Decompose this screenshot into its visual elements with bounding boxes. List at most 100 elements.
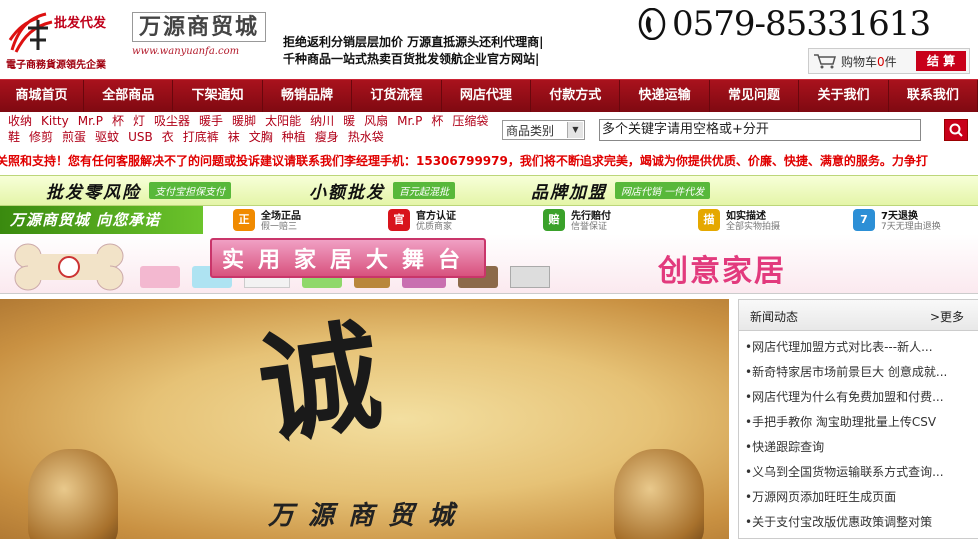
news-header: 新闻动态 >更多: [739, 300, 978, 331]
category-link[interactable]: 太阳能: [265, 114, 301, 128]
nav-all-products[interactable]: 全部商品: [84, 80, 174, 112]
category-link[interactable]: 收纳: [8, 114, 32, 128]
category-link[interactable]: 袜: [228, 130, 240, 144]
category-link[interactable]: Kitty: [41, 114, 69, 128]
guarantee-desc: 优质商家: [416, 222, 453, 232]
nav-contact[interactable]: 联系我们: [889, 80, 978, 112]
news-item[interactable]: •快递跟踪查询: [739, 435, 978, 460]
nav-agent[interactable]: 网店代理: [442, 80, 532, 112]
search-button[interactable]: [944, 119, 968, 141]
nav-shipping[interactable]: 快递运输: [620, 80, 710, 112]
logo[interactable]: 批发代发 電子商務貨源領先企業: [6, 6, 136, 71]
wholesale-banner[interactable]: 批发零风险 支付宝担保支付 小额批发 百元起混批 品牌加盟 网店代销 一件代发: [0, 175, 978, 206]
category-link[interactable]: 驱蚊: [95, 130, 119, 144]
banner1-title-3: 品牌加盟: [531, 183, 607, 203]
category-select[interactable]: 商品类别 ▼: [502, 120, 585, 140]
nav-about[interactable]: 关于我们: [799, 80, 889, 112]
category-row-1: 收纳 Kitty Mr.P 杯灯吸尘器 暖手 暖脚 太阳能 纳川暖风扇 Mr.P 杯压缩袋: [0, 113, 505, 129]
guarantee-list: 正全场正品 假一赔三 官官方认证 优质商家 赔先行赔付 信誉保证 描如实描述 全部实物拍摄 7 7…: [203, 207, 978, 233]
news-item[interactable]: •关于支付宝改版优惠政策调整对策: [739, 510, 978, 535]
search-input[interactable]: 多个关键字请用空格或+分开: [599, 119, 921, 141]
category-link[interactable]: 压缩袋: [452, 114, 488, 128]
brand-name: 万源商贸城: [132, 12, 267, 42]
nav-best-brands[interactable]: 畅销品牌: [263, 80, 353, 112]
nav-home[interactable]: 商城首页: [0, 80, 84, 112]
lion-statue-left: [28, 449, 118, 539]
guarantee-desc: 假一赔三: [261, 222, 298, 232]
news-item[interactable]: •网店代理加盟方式对比表---新人...: [739, 335, 978, 360]
category-link[interactable]: 暖手: [199, 114, 223, 128]
search-icon: [949, 123, 963, 137]
news-list: •网店代理加盟方式对比表---新人... •新奇特家居市场前景巨大 创意成就..…: [739, 331, 978, 535]
guarantee-desc: 7天无理由退换: [881, 222, 941, 232]
nav-faq[interactable]: 常见问题: [710, 80, 800, 112]
category-link[interactable]: 文胸: [249, 130, 273, 144]
guarantee-item: 正全场正品 假一赔三: [233, 207, 358, 233]
banner3-title: 实用家居大舞台: [210, 238, 487, 278]
news-item[interactable]: •万源网页添加旺旺生成页面: [739, 485, 978, 510]
guarantee-title: 官方认证: [416, 211, 456, 222]
category-link[interactable]: 煎蛋: [62, 130, 86, 144]
guarantee-item: 描如实描述 全部实物拍摄: [698, 207, 823, 233]
cart-icon: [814, 54, 836, 69]
guarantee-title: 7天退换: [881, 211, 918, 222]
category-link[interactable]: 打底裤: [183, 130, 219, 144]
banner1-sub-2: 百元起混批: [393, 182, 455, 199]
category-link[interactable]: Mr.P: [397, 114, 422, 128]
notice-marquee: 关照和支持！您有任何客服解决不了的问题或投诉建议请联系我们李经理手机：15306…: [0, 154, 928, 168]
promise-banner: 万源商贸城 向您承诺 正全场正品 假一赔三 官官方认证 优质商家 赔先行赔付 信誉保证 描如…: [0, 206, 978, 234]
category-link[interactable]: 衣: [162, 130, 174, 144]
news-panel: 新闻动态 >更多 •网店代理加盟方式对比表---新人... •新奇特家居市场前景…: [738, 299, 978, 539]
news-item[interactable]: •手把手教你 淘宝助理批量上传CSV: [739, 410, 978, 435]
brand-url: www.wanyuanfa.com: [132, 46, 240, 57]
guarantee-icon: 描: [698, 209, 720, 231]
nav-payment[interactable]: 付款方式: [531, 80, 621, 112]
phone-icon: [638, 8, 666, 40]
news-item[interactable]: •网店代理为什么有免费加盟和付费...: [739, 385, 978, 410]
category-link[interactable]: 灯: [133, 114, 145, 128]
guarantee-item: 赔先行赔付 信誉保证: [543, 207, 668, 233]
guarantee-title: 如实描述: [726, 211, 766, 222]
category-link[interactable]: 热水袋: [348, 130, 384, 144]
category-link[interactable]: 暖脚: [232, 114, 256, 128]
news-item[interactable]: •义乌到全国货物运输联系方式查询...: [739, 460, 978, 485]
banner1-title-2: 小额批发: [309, 183, 385, 203]
guarantee-title: 先行赔付: [571, 211, 611, 222]
cart[interactable]: 购物车0件 结 算: [808, 48, 970, 74]
main-nav: 商城首页 全部商品 下架通知 畅销品牌 订货流程 网店代理 付款方式 快递运输 …: [0, 79, 978, 112]
category-link[interactable]: USB: [128, 130, 153, 144]
intro-line-2: 千种商品一站式热卖百货批发领航企业官方网站|: [283, 52, 540, 66]
category-link[interactable]: 种植: [282, 130, 306, 144]
category-link[interactable]: Mr.P: [78, 114, 103, 128]
news-title: 新闻动态: [750, 310, 799, 324]
category-link[interactable]: 杯: [431, 114, 443, 128]
guarantee-icon: 正: [233, 209, 255, 231]
guarantee-icon: 官: [388, 209, 410, 231]
category-link[interactable]: 纳川: [310, 114, 334, 128]
category-link[interactable]: 吸尘器: [154, 114, 190, 128]
category-link[interactable]: 暖: [343, 114, 355, 128]
category-row-2: 鞋修剪 煎蛋 驱蚊 USB 衣打底裤袜文胸 种植 瘦身 热水袋: [0, 129, 505, 145]
hot-categories: 收纳 Kitty Mr.P 杯灯吸尘器 暖手 暖脚 太阳能 纳川暖风扇 Mr.P 杯压缩袋 鞋修剪…: [0, 113, 505, 147]
category-link[interactable]: 风扇: [364, 114, 388, 128]
home-goods-banner[interactable]: 实用家居大舞台 创意家居: [0, 234, 978, 294]
cart-count: 0: [877, 54, 885, 69]
chevron-down-icon[interactable]: ▼: [567, 122, 583, 138]
guarantee-icon: 7: [853, 209, 875, 231]
nav-order-process[interactable]: 订货流程: [352, 80, 442, 112]
hero-banner[interactable]: 诚 万源商贸城: [0, 299, 729, 539]
category-link[interactable]: 修剪: [29, 130, 53, 144]
banner3-tagline: 创意家居: [658, 254, 786, 289]
search-bar: 商品类别 ▼ 多个关键字请用空格或+分开: [502, 119, 968, 141]
news-item[interactable]: •新奇特家居市场前景巨大 创意成就...: [739, 360, 978, 385]
category-link[interactable]: 杯: [112, 114, 124, 128]
category-link[interactable]: 鞋: [8, 130, 20, 144]
logo-tag: 批发代发: [54, 16, 107, 31]
hero-brand-name: 万源商贸城: [268, 501, 469, 531]
hotline: 0579-85331613: [636, 4, 931, 44]
nav-delist-notice[interactable]: 下架通知: [173, 80, 263, 112]
category-link[interactable]: 瘦身: [315, 130, 339, 144]
news-more-link[interactable]: >更多: [930, 308, 964, 325]
checkout-button[interactable]: 结 算: [916, 51, 966, 71]
bone-pillow-image: [14, 243, 124, 291]
